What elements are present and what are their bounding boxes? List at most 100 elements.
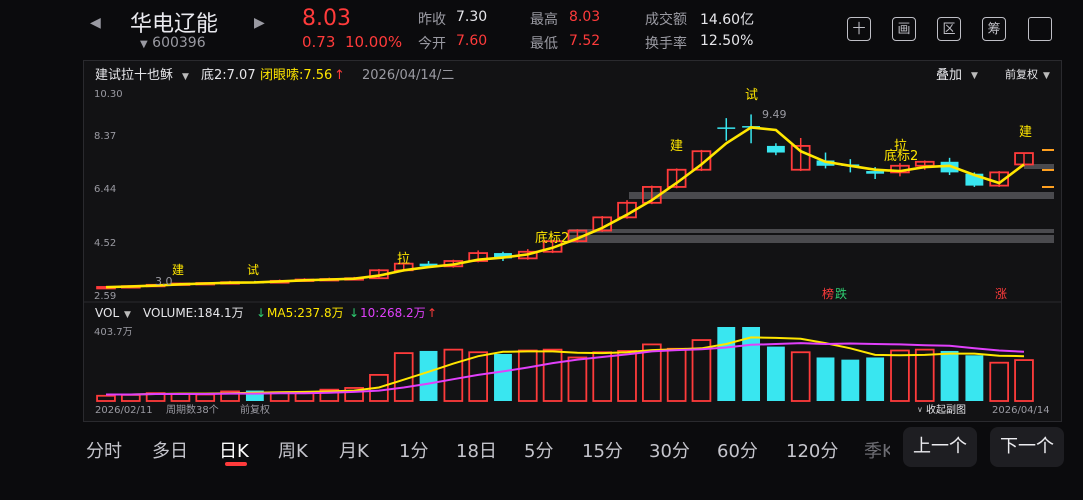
chip-bar [569, 235, 1054, 243]
tab-daily-k[interactable]: 日K [219, 437, 249, 463]
volume-bar [617, 350, 637, 402]
candle-body [766, 145, 785, 153]
collapse-icon[interactable]: ∨ [917, 405, 923, 414]
start-date: 2026/02/11 [95, 405, 153, 416]
period-count: 周期数38个 [166, 403, 219, 416]
tab-timeshare[interactable]: 分时 [86, 437, 122, 463]
volume-dropdown-icon[interactable]: ▼ [124, 310, 131, 320]
close-eye-label: 闭眼嗦:7.56 [260, 68, 332, 83]
volume-bar [96, 394, 116, 402]
chart-date: 2026/04/14/二 [362, 68, 454, 83]
annotation-build: 建 [1019, 125, 1032, 140]
tab-120min[interactable]: 120分 [786, 437, 838, 463]
annotation-build: 建 [172, 263, 184, 277]
volume-bar [195, 393, 216, 402]
kline-panel: 建试拉十也稣 ▼ 底2:7.07 闭眼嗦:7.56 ↑ 2026/04/14/二… [83, 60, 1062, 422]
volume-bars [96, 327, 1034, 402]
price-change: 0.73 10.00% [302, 33, 402, 51]
fall-label: 跌 [835, 286, 847, 301]
up-arrow-icon: ↑ [334, 68, 345, 83]
chip-marker [1042, 186, 1054, 188]
candle-body [717, 127, 736, 129]
stat-label-turnover-rate: 换手率 [645, 36, 687, 52]
plus-icon[interactable]: 十 [847, 17, 871, 41]
tab-15min[interactable]: 15分 [582, 437, 623, 463]
tab-18day[interactable]: 18日 [456, 437, 497, 463]
stat-value-high: 8.03 [569, 9, 601, 25]
collapse-subchart-button[interactable]: 收起副图 [926, 403, 966, 416]
price-axis-label: 8.37 [94, 131, 116, 142]
share-icon[interactable] [1028, 17, 1052, 41]
prev-stock-arrow-icon[interactable]: ◀ [90, 15, 101, 31]
volume-bar [517, 349, 538, 402]
zone-icon[interactable]: 区 [937, 17, 961, 41]
volume-bar [841, 359, 860, 401]
candlestick-series [96, 114, 1034, 290]
tab-5min[interactable]: 5分 [524, 437, 553, 463]
tab-30min[interactable]: 30分 [649, 437, 690, 463]
stock-code-text: 600396 [152, 35, 206, 51]
stat-value-open: 7.60 [456, 33, 488, 49]
chip-marker [1042, 169, 1054, 171]
volume-bar [567, 356, 588, 402]
tab-60min[interactable]: 60分 [717, 437, 758, 463]
volume-bar [494, 353, 512, 401]
tab-monthly-k[interactable]: 月K [339, 437, 369, 463]
volume-bar [989, 361, 1010, 402]
period-tabs: 分时 多日 日K 周K 月K 1分 18日 5分 15分 30分 60分 120… [0, 425, 1083, 470]
volume-bar [542, 348, 563, 402]
next-stock-arrow-icon[interactable]: ▶ [254, 15, 265, 31]
tab-quarterly-k[interactable]: 季K [864, 437, 890, 463]
end-date: 2026/04/14 [992, 405, 1050, 416]
ma5-value: MA5:237.8万 [267, 306, 344, 320]
volume-selector[interactable]: VOL [95, 306, 119, 320]
volume-bar [965, 355, 984, 401]
volume-bar [592, 351, 613, 402]
volume-bar [1014, 359, 1034, 402]
ma10-line [106, 342, 1025, 396]
stat-label-low: 最低 [530, 36, 558, 52]
kline-chart[interactable]: 建试拉十也稣 ▼ 底2:7.07 闭眼嗦:7.56 ↑ 2026/04/14/二… [84, 61, 1061, 421]
price-change-value: 0.73 [302, 33, 336, 51]
overlay-dropdown-icon[interactable]: ▼ [971, 71, 978, 81]
tab-weekly-k[interactable]: 周K [278, 437, 308, 463]
price-axis-label: 6.44 [94, 184, 116, 195]
tab-multi-day[interactable]: 多日 [152, 437, 188, 463]
volume-bar [914, 348, 935, 402]
screen-icon[interactable]: 画 [892, 17, 916, 41]
tab-1min[interactable]: 1分 [399, 437, 428, 463]
volume-bar [294, 392, 315, 402]
low-price-marker: 3.0 [155, 275, 173, 288]
indicator-dropdown-icon[interactable]: ▼ [182, 72, 189, 82]
stat-label-open: 今开 [418, 36, 446, 52]
code-dropdown-icon: ▼ [140, 39, 148, 50]
down-arrow-icon: ↓ [349, 306, 359, 320]
volume-bar [890, 349, 910, 402]
rise-label: 涨 [995, 286, 1007, 301]
price-change-percent: 10.00% [344, 33, 403, 51]
indicator-selector[interactable]: 建试拉十也稣 [95, 68, 173, 83]
prev-button[interactable]: 上一个 [903, 427, 977, 467]
volume-bar [717, 327, 736, 401]
volume-bar [866, 357, 885, 401]
stat-value-turnover-amount: 14.60亿 [700, 12, 755, 28]
volume-bar [419, 350, 438, 401]
volume-value: VOLUME:184.1万 [143, 306, 244, 320]
annotation-test: 试 [247, 262, 259, 277]
adjust-dropdown-icon[interactable]: ▼ [1043, 71, 1050, 81]
volume-axis-label: 403.7万 [94, 327, 133, 338]
stat-label-turnover-amount: 成交额 [645, 12, 687, 28]
stat-value-prev-close: 7.30 [456, 9, 488, 25]
chip-icon[interactable]: 筹 [982, 17, 1006, 41]
next-button[interactable]: 下一个 [990, 427, 1064, 467]
adjust-button[interactable]: 前复权 [1005, 67, 1038, 81]
high-price-marker: 9.49 [762, 108, 787, 121]
stat-value-turnover-rate: 12.50% [700, 33, 754, 49]
annotation-build: 建 [670, 139, 683, 154]
stat-label-prev-close: 昨收 [418, 12, 446, 28]
volume-bar [443, 348, 464, 402]
current-price: 8.03 [302, 6, 351, 31]
stock-code[interactable]: ▼ 600396 [140, 35, 206, 51]
volume-bar [666, 347, 687, 402]
overlay-button[interactable]: 叠加 [936, 68, 962, 83]
